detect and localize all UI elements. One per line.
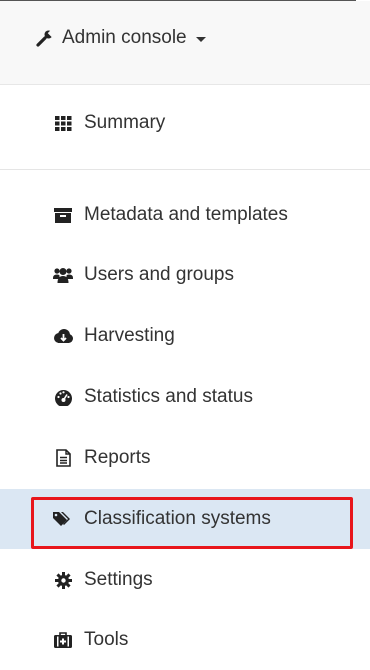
menu-item-label: Harvesting xyxy=(84,325,175,346)
wrench-icon xyxy=(34,27,56,49)
cloud-download-icon xyxy=(52,325,74,347)
menu-item-label: Metadata and templates xyxy=(84,204,288,225)
cog-icon xyxy=(52,569,74,591)
menu-item-harvesting[interactable]: Harvesting xyxy=(0,306,370,366)
menu-item-users[interactable]: Users and groups xyxy=(0,245,370,305)
menu-item-label: Classification systems xyxy=(84,508,271,529)
menu-item-reports[interactable]: Reports xyxy=(0,428,370,488)
caret-down-icon xyxy=(195,36,206,42)
menu-item-classification[interactable]: Classification systems xyxy=(0,489,370,549)
menu-item-label: Tools xyxy=(84,629,129,650)
menu-item-statistics[interactable]: Statistics and status xyxy=(0,367,370,427)
menu-item-tools[interactable]: Tools xyxy=(0,610,370,670)
menu-item-metadata[interactable]: Metadata and templates xyxy=(0,185,370,245)
admin-console-dropdown[interactable]: Admin console xyxy=(34,27,206,49)
menu-divider xyxy=(0,169,370,170)
admin-console-title: Admin console xyxy=(62,27,187,48)
admin-console-header: Admin console xyxy=(0,1,370,85)
tags-icon xyxy=(52,508,74,530)
archive-icon xyxy=(52,204,74,226)
th-icon xyxy=(52,112,74,134)
users-icon xyxy=(52,264,74,286)
menu-item-settings[interactable]: Settings xyxy=(0,550,370,610)
medkit-icon xyxy=(52,629,74,651)
menu-item-label: Summary xyxy=(84,112,166,133)
menu-item-label: Reports xyxy=(84,447,151,468)
menu-item-label: Statistics and status xyxy=(84,386,253,407)
menu-item-label: Settings xyxy=(84,569,153,590)
menu-item-summary[interactable]: Summary xyxy=(0,93,370,153)
file-text-icon xyxy=(52,447,74,469)
dashboard-icon xyxy=(52,386,74,408)
menu-item-label: Users and groups xyxy=(84,264,234,285)
